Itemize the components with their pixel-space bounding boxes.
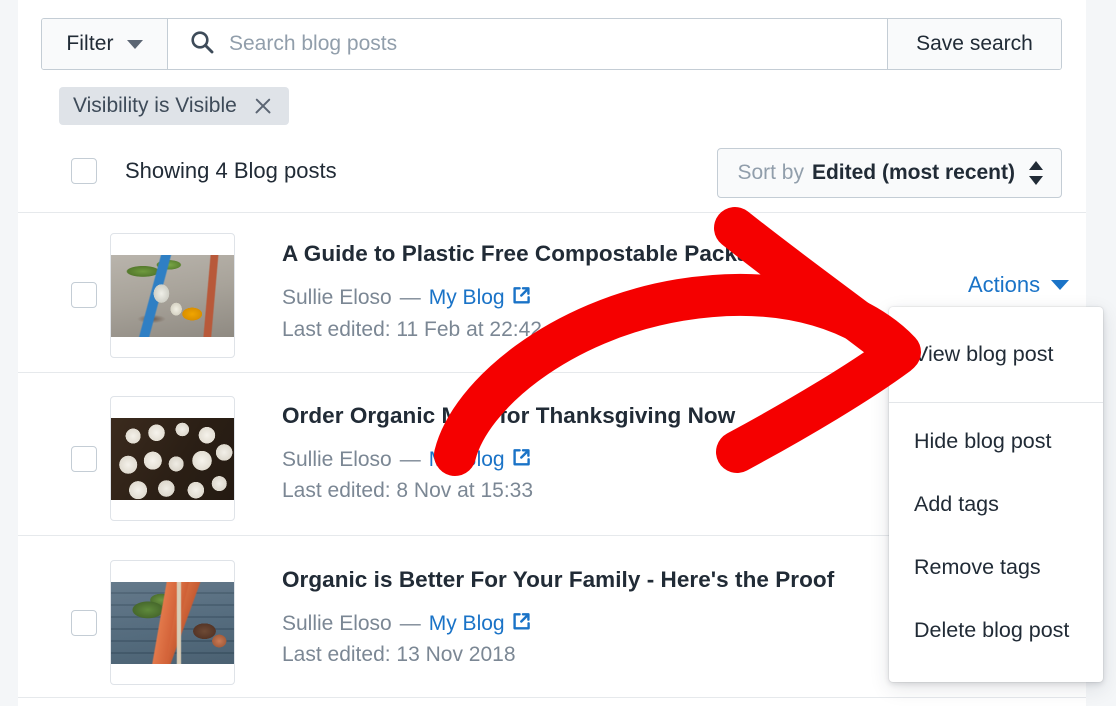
search-toolbar: Filter Save search: [41, 18, 1062, 70]
menu-item-add-tags[interactable]: Add tags: [889, 473, 1103, 536]
post-title[interactable]: A Guide to Plastic Free Compostable Pack…: [282, 241, 797, 267]
search-field[interactable]: [168, 19, 888, 69]
post-author: Sullie Eloso: [282, 286, 392, 309]
filter-button-label: Filter: [66, 32, 114, 55]
close-icon[interactable]: [253, 96, 273, 116]
menu-item-hide-blog-post[interactable]: Hide blog post: [889, 410, 1103, 473]
save-search-button[interactable]: Save search: [888, 19, 1061, 69]
post-thumbnail: [110, 560, 235, 685]
sort-by-value: Edited (most recent): [811, 161, 1015, 184]
applied-filter-chip[interactable]: Visibility is Visible: [59, 87, 289, 125]
post-byline: Sullie Eloso — My Blog: [282, 612, 530, 636]
sort-by-button[interactable]: Sort by Edited (most recent): [717, 148, 1062, 198]
post-thumbnail-image: [111, 255, 234, 337]
menu-group-primary: View blog post: [889, 307, 1103, 402]
blog-link[interactable]: My Blog: [429, 612, 505, 636]
post-thumbnail-image: [111, 418, 234, 500]
sort-by-prefix: Sort by: [737, 161, 804, 184]
list-header: Showing 4 Blog posts Sort by Edited (mos…: [18, 145, 1086, 212]
chevron-down-icon: [1051, 280, 1070, 290]
post-thumbnail: [110, 233, 235, 358]
row-checkbox-wrap[interactable]: [71, 282, 97, 308]
post-last-edited: Last edited: 13 Nov 2018: [282, 643, 516, 666]
save-search-label: Save search: [916, 32, 1033, 55]
search-icon: [189, 29, 215, 60]
row-checkbox-wrap[interactable]: [71, 446, 97, 472]
row-select-checkbox[interactable]: [71, 282, 97, 308]
byline-separator: —: [399, 286, 421, 309]
table-row[interactable]: [18, 697, 1086, 706]
post-title[interactable]: Order Organic Meat for Thanksgiving Now: [282, 403, 735, 429]
blog-posts-page: Filter Save search Visibility is Visible: [0, 0, 1116, 706]
row-checkbox-wrap[interactable]: [71, 610, 97, 636]
byline-separator: —: [399, 612, 421, 635]
sort-updown-icon: [1029, 161, 1043, 185]
menu-item-view-blog-post[interactable]: View blog post: [889, 323, 1103, 386]
row-select-checkbox[interactable]: [71, 610, 97, 636]
actions-button-label: Actions: [968, 272, 1041, 297]
post-last-edited: Last edited: 11 Feb at 22:42: [282, 318, 542, 341]
external-link-icon[interactable]: [512, 287, 530, 304]
actions-button[interactable]: Actions: [968, 272, 1070, 298]
post-byline: Sullie Eloso — My Blog: [282, 448, 530, 472]
menu-item-delete-blog-post[interactable]: Delete blog post: [889, 599, 1103, 662]
post-author: Sullie Eloso: [282, 448, 392, 471]
search-input[interactable]: [229, 29, 887, 59]
chevron-down-icon: [126, 39, 143, 49]
menu-group-secondary: Hide blog post Add tags Remove tags Dele…: [889, 403, 1103, 682]
applied-filter-label: Visibility is Visible: [73, 94, 237, 117]
menu-item-remove-tags[interactable]: Remove tags: [889, 536, 1103, 599]
external-link-icon[interactable]: [512, 449, 530, 466]
post-byline: Sullie Eloso — My Blog: [282, 286, 530, 310]
post-author: Sullie Eloso: [282, 612, 392, 635]
row-select-checkbox[interactable]: [71, 446, 97, 472]
showing-count-label: Showing 4 Blog posts: [125, 158, 337, 183]
blog-link[interactable]: My Blog: [429, 448, 505, 472]
blog-link[interactable]: My Blog: [429, 286, 505, 310]
post-thumbnail: [110, 396, 235, 521]
post-thumbnail-image: [111, 582, 234, 664]
post-title[interactable]: Organic is Better For Your Family - Here…: [282, 567, 834, 593]
external-link-icon[interactable]: [512, 613, 530, 630]
actions-dropdown-menu: View blog post Hide blog post Add tags R…: [889, 307, 1103, 682]
select-all-checkbox-wrap[interactable]: [71, 158, 97, 184]
filter-button[interactable]: Filter: [42, 19, 168, 69]
byline-separator: —: [399, 448, 421, 471]
select-all-checkbox[interactable]: [71, 158, 97, 184]
post-last-edited: Last edited: 8 Nov at 15:33: [282, 479, 534, 502]
